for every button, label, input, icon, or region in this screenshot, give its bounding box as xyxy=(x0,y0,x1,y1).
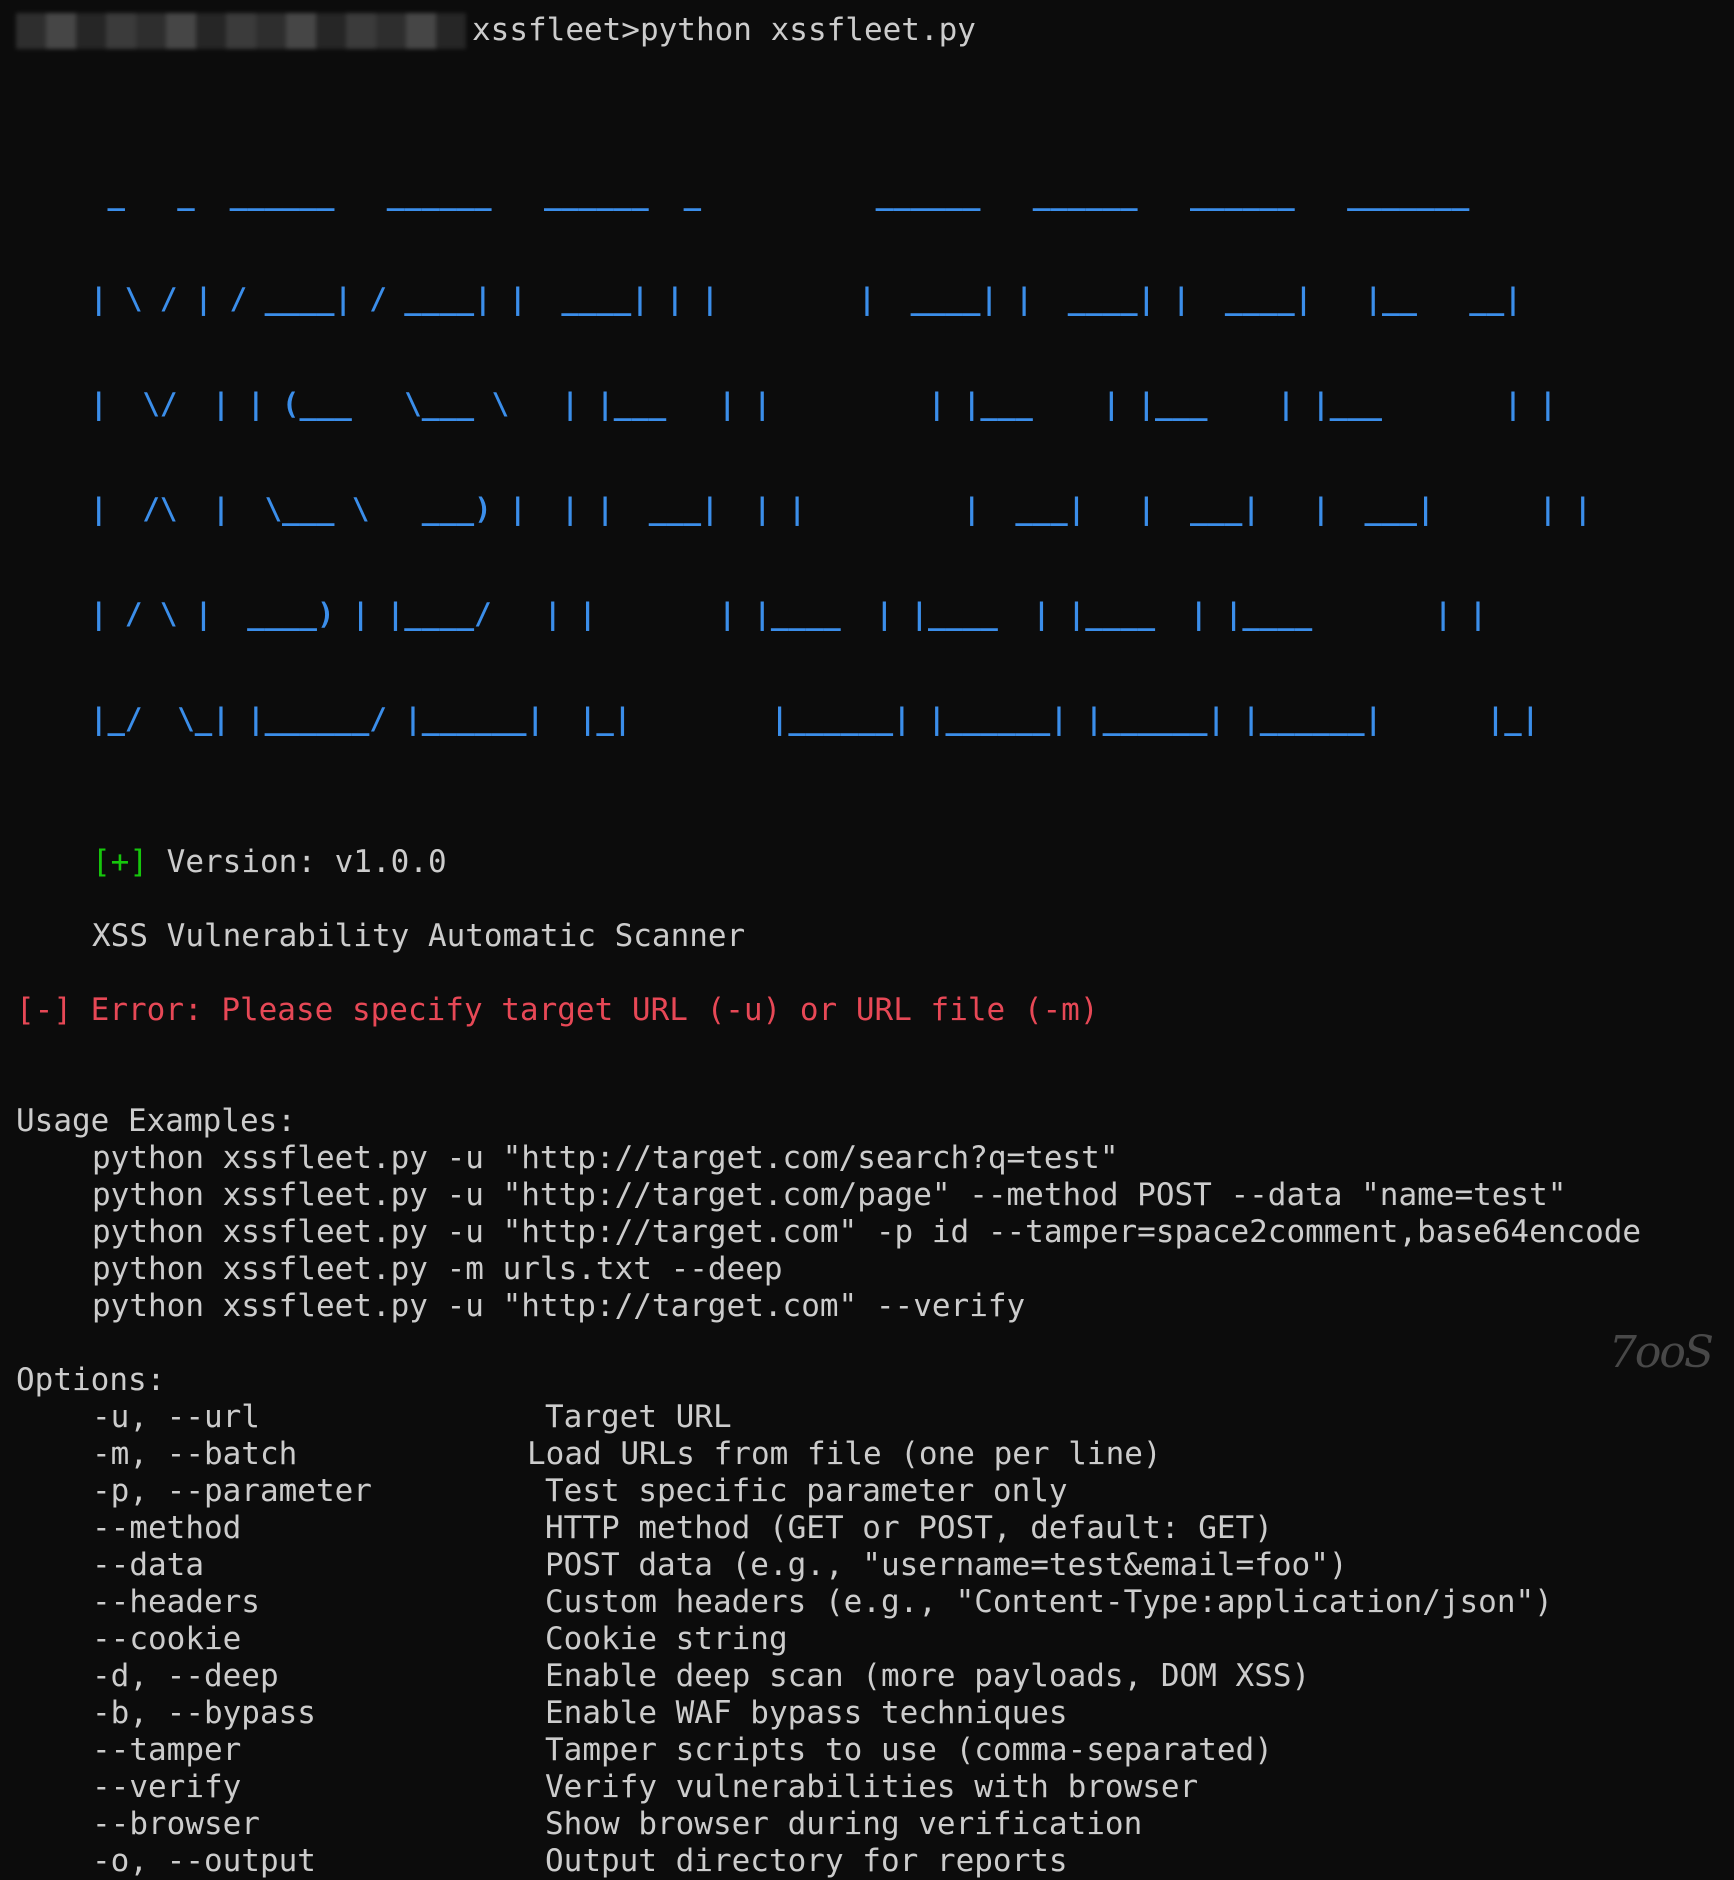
usage-example: python xssfleet.py -m urls.txt --deep xyxy=(92,1251,783,1287)
option-row: -p, --parameter Test specific parameter o… xyxy=(16,1473,1734,1510)
option-description: Tamper scripts to use (comma-separated) xyxy=(545,1732,1273,1768)
option-description: Custom headers (e.g., "Content-Type:appl… xyxy=(545,1584,1553,1620)
option-description: Target URL xyxy=(545,1399,732,1435)
option-description: Enable WAF bypass techniques xyxy=(545,1695,1068,1731)
option-row: -d, --deep Enable deep scan (more payload… xyxy=(16,1658,1734,1695)
redacted-path xyxy=(16,12,466,49)
option-flag: --verify xyxy=(92,1769,242,1805)
terminal-window: xssfleet> python xssfleet.py _ _ ______ _… xyxy=(0,0,1734,1879)
tool-subtitle: XSS Vulnerability Automatic Scanner xyxy=(92,918,746,954)
option-description: Verify vulnerabilities with browser xyxy=(545,1769,1199,1805)
option-row: --data POST data (e.g., "username=test&em… xyxy=(16,1547,1734,1584)
option-flag: -o, --output xyxy=(92,1843,316,1879)
watermark-logo: 7ooS xyxy=(1608,1327,1714,1378)
option-flag: -m, --batch xyxy=(92,1436,298,1472)
ascii-banner-logo: _ _ ______ ______ ______ _ ______ ______… xyxy=(90,107,1734,807)
option-flag: --data xyxy=(92,1547,204,1583)
version-text: Version: v1.0.0 xyxy=(166,844,447,880)
option-row: --browser Show browser during verificatio… xyxy=(16,1806,1734,1843)
option-flag: -d, --deep xyxy=(92,1658,279,1694)
option-row: -o, --output Output directory for reports xyxy=(16,1843,1734,1880)
option-description: Enable deep scan (more payloads, DOM XSS… xyxy=(545,1658,1311,1694)
banner-line: | \ / | / ____| / ____| | ____| | | | __… xyxy=(90,282,1522,316)
option-row: --method HTTP method (GET or POST, defaul… xyxy=(16,1510,1734,1547)
usage-header: Usage Examples: xyxy=(16,1103,296,1139)
options-header: Options: xyxy=(16,1362,166,1398)
option-row: -b, --bypass Enable WAF bypass techniques xyxy=(16,1695,1734,1732)
option-row: --verify Verify vulnerabilities with brow… xyxy=(16,1769,1734,1806)
option-row: -m, --batch Load URLs from file (one per … xyxy=(16,1436,1734,1473)
success-marker: [+] xyxy=(92,844,148,880)
option-flag: --headers xyxy=(92,1584,260,1620)
prompt-command: python xssfleet.py xyxy=(639,12,976,48)
banner-line: | \/ | | (___ \___ \ | |___ | | | |___ |… xyxy=(90,387,1557,421)
option-flag: --tamper xyxy=(92,1732,242,1768)
option-row: --tamper Tamper scripts to use (comma-sep… xyxy=(16,1732,1734,1769)
banner-line: _ _ ______ ______ ______ _ ______ ______… xyxy=(90,177,1470,211)
option-row: -u, --url Target URL xyxy=(16,1399,1734,1436)
usage-example: python xssfleet.py -u "http://target.com… xyxy=(92,1140,1119,1176)
usage-example: python xssfleet.py -u "http://target.com… xyxy=(92,1288,1026,1324)
banner-line: | /\ | \___ \ ___) | | | ___| | | | ___|… xyxy=(90,492,1592,526)
option-flag: --cookie xyxy=(92,1621,242,1657)
option-description: POST data (e.g., "username=test&email=fo… xyxy=(545,1547,1348,1583)
usage-example: python xssfleet.py -u "http://target.com… xyxy=(92,1214,1642,1250)
option-flag: -b, --bypass xyxy=(92,1695,316,1731)
option-description: HTTP method (GET or POST, default: GET) xyxy=(545,1510,1273,1546)
option-description: Load URLs from file (one per line) xyxy=(527,1436,1162,1472)
option-description: Cookie string xyxy=(545,1621,788,1657)
option-row: --cookie Cookie string xyxy=(16,1621,1734,1658)
command-prompt-line: xssfleet> python xssfleet.py xyxy=(16,12,1734,49)
banner-line: |_/ \_| |______/ |______| |_| |______| |… xyxy=(90,702,1540,736)
option-flag: --method xyxy=(92,1510,242,1546)
error-text: Error: Please specify target URL (-u) or… xyxy=(90,992,1099,1028)
prompt-path: xssfleet> xyxy=(472,12,640,48)
option-description: Output directory for reports xyxy=(545,1843,1068,1879)
option-description: Test specific parameter only xyxy=(545,1473,1068,1509)
error-line: [-] Error: Please specify target URL (-u… xyxy=(16,992,1734,1029)
option-flag: -u, --url xyxy=(92,1399,260,1435)
error-marker: [-] xyxy=(16,992,72,1028)
option-description: Show browser during verification xyxy=(545,1806,1143,1842)
option-row: --headers Custom headers (e.g., "Content-… xyxy=(16,1584,1734,1621)
option-flag: -p, --parameter xyxy=(92,1473,372,1509)
version-line: [+] Version: v1.0.0 xyxy=(16,844,1734,881)
banner-line: | / \ | ____) | |____/ | | | |____ | |__… xyxy=(90,597,1487,631)
usage-example: python xssfleet.py -u "http://target.com… xyxy=(92,1177,1567,1213)
option-flag: --browser xyxy=(92,1806,260,1842)
